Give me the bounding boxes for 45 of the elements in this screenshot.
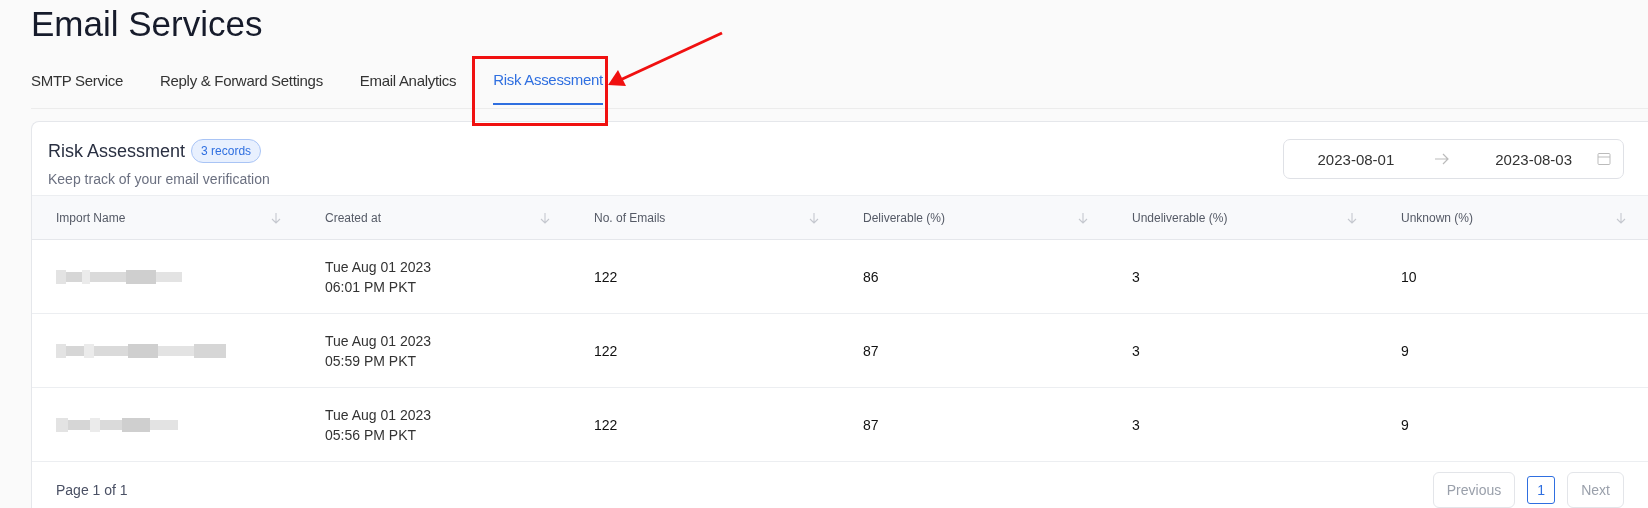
tab[interactable]: Risk Assessment (493, 53, 603, 105)
start-date: 2023-08-01 (1317, 150, 1395, 168)
date-range-picker[interactable]: 2023-08-01 2023-08-03 (1282, 139, 1624, 179)
created-time: 06:01 PM PKT (325, 277, 418, 297)
tab[interactable]: SMTP Service (31, 52, 160, 108)
column-header[interactable]: Import Name (56, 210, 126, 225)
sort-arrow-icon (540, 211, 550, 224)
sort-arrow-icon (1347, 211, 1357, 224)
sort-arrow-icon (1078, 211, 1088, 224)
table-cell: 9 (1401, 342, 1409, 359)
tab[interactable]: Reply & Forward Settings (160, 52, 360, 108)
card-title: Risk Assessment (48, 140, 186, 162)
page-number-button[interactable]: 1 (1527, 476, 1556, 504)
table-cell: 3 (1132, 268, 1140, 285)
card-subtitle: Keep track of your email verification (48, 171, 270, 187)
created-date: Tue Aug 01 2023 (325, 405, 432, 425)
column-header[interactable]: Undeliverable (%) (1132, 210, 1228, 225)
tab[interactable]: Email Analytics (359, 52, 494, 108)
table-cell: 87 (863, 416, 879, 433)
created-time: 05:56 PM PKT (325, 425, 418, 445)
arrow-right-icon (1434, 153, 1451, 165)
sort-arrow-icon (809, 211, 819, 224)
calendar-icon (1597, 152, 1611, 166)
table-cell: 122 (594, 342, 618, 359)
created-date: Tue Aug 01 2023 (325, 257, 432, 277)
column-header[interactable]: No. of Emails (594, 210, 666, 225)
table-cell: 87 (863, 342, 879, 359)
table-cell: 122 (594, 268, 618, 285)
sort-arrow-icon (1616, 211, 1626, 224)
table-cell: 9 (1401, 416, 1409, 433)
table-cell: 3 (1132, 416, 1140, 433)
column-header[interactable]: Unknown (%) (1401, 210, 1474, 225)
created-time: 05:59 PM PKT (325, 351, 418, 371)
created-date: Tue Aug 01 2023 (325, 331, 432, 351)
column-header[interactable]: Deliverable (%) (863, 210, 946, 225)
table-cell: 122 (594, 416, 618, 433)
page-summary: Page 1 of 1 (56, 482, 128, 498)
table-cell: 86 (863, 268, 879, 285)
end-date: 2023-08-03 (1495, 150, 1572, 168)
column-header[interactable]: Created at (325, 210, 382, 225)
sort-arrow-icon (271, 211, 281, 224)
record-count-badge: 3 records (191, 139, 262, 163)
page-title: Email Services (31, 3, 264, 45)
table-cell: 3 (1132, 342, 1140, 359)
table-cell: 10 (1401, 268, 1417, 285)
